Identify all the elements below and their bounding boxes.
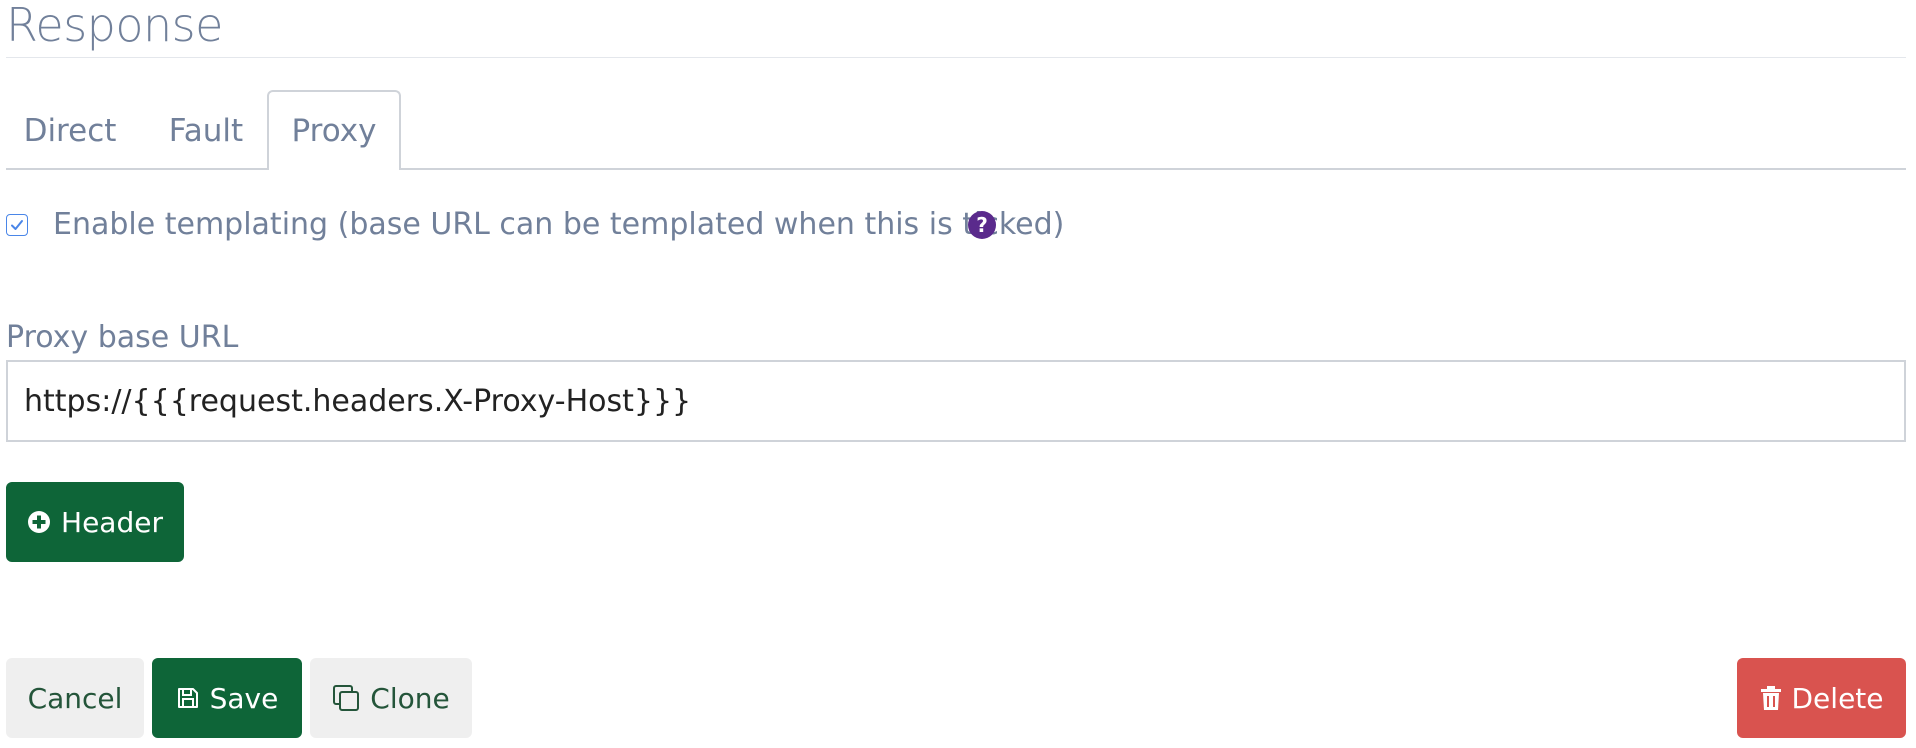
enable-templating-label[interactable]: Enable templating (base URL can be templ… [53, 205, 1064, 245]
response-panel: Response Direct Fault Proxy Enable templ… [6, 0, 1906, 748]
question-circle-icon[interactable]: ? [968, 211, 996, 239]
enable-templating-checkbox[interactable] [6, 214, 28, 236]
copy-icon [332, 684, 360, 712]
proxy-base-url-input[interactable] [6, 360, 1906, 442]
clone-label: Clone [370, 681, 450, 715]
delete-button[interactable]: Delete [1737, 658, 1906, 738]
checkmark-icon [11, 220, 23, 230]
response-tabs: Direct Fault Proxy [6, 90, 1906, 170]
tab-direct[interactable]: Direct [6, 92, 134, 168]
save-button[interactable]: Save [152, 658, 302, 738]
tab-proxy[interactable]: Proxy [267, 90, 401, 170]
floppy-disk-icon [176, 686, 200, 710]
delete-label: Delete [1791, 681, 1884, 715]
trash-icon [1760, 685, 1782, 711]
tab-fault[interactable]: Fault [146, 92, 266, 168]
proxy-base-url-label: Proxy base URL [6, 320, 239, 355]
clone-button[interactable]: Clone [310, 658, 472, 738]
plus-circle-icon [27, 510, 51, 534]
add-header-button[interactable]: Header [6, 482, 184, 562]
cancel-button[interactable]: Cancel [6, 658, 144, 738]
section-title: Response [6, 0, 223, 52]
title-divider [6, 57, 1906, 58]
cancel-label: Cancel [27, 681, 123, 715]
save-label: Save [209, 681, 279, 715]
add-header-label: Header [61, 505, 163, 539]
